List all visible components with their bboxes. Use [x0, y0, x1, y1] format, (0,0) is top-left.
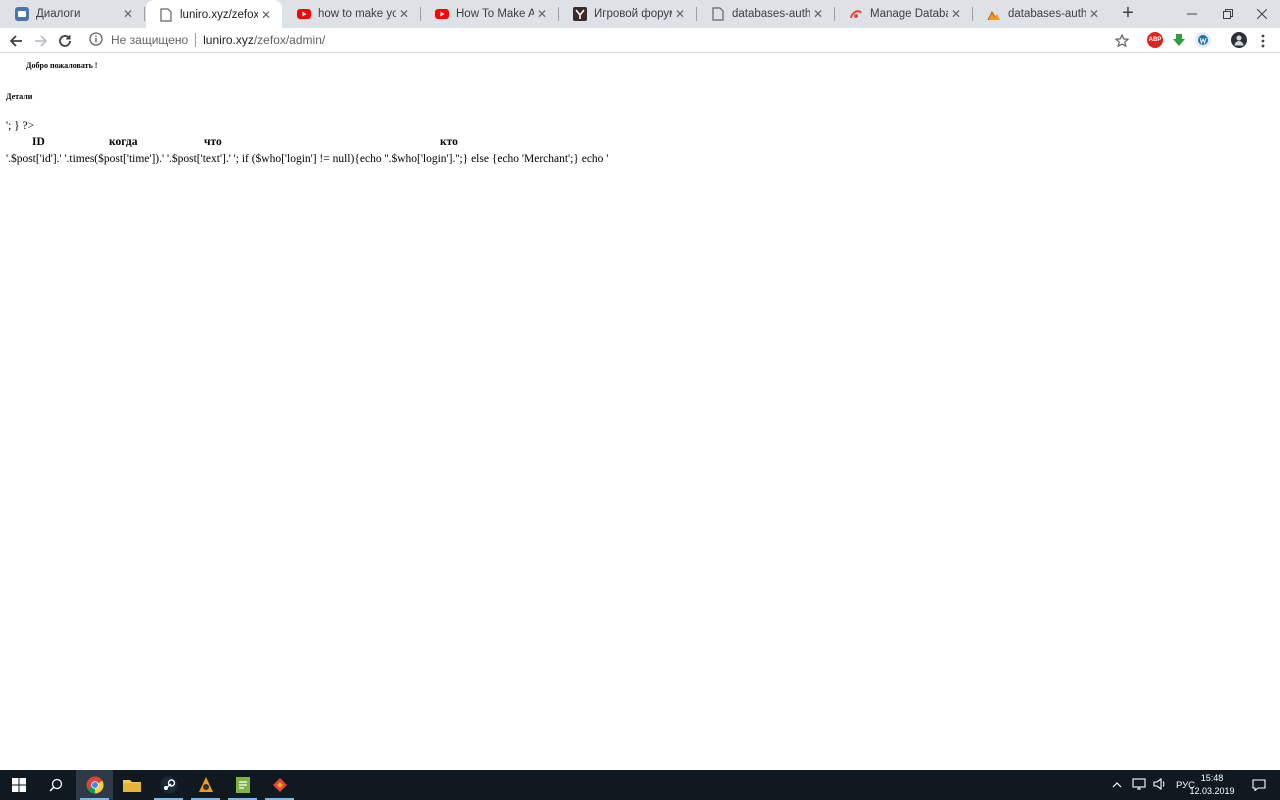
- tab-admin[interactable]: luniro.xyz/zefox/admi ✕: [146, 0, 282, 29]
- steam-icon[interactable]: [150, 770, 187, 800]
- column-header-id: ID: [32, 136, 45, 148]
- security-label[interactable]: Не защищено: [111, 33, 188, 47]
- close-icon[interactable]: ✕: [672, 6, 688, 22]
- tab-title: databases-auth.000w: [1008, 8, 1086, 20]
- star-icon: [1115, 34, 1129, 48]
- close-icon[interactable]: ✕: [534, 6, 550, 22]
- vk-icon: [14, 6, 30, 22]
- forum-y-icon: [572, 6, 588, 22]
- notification-icon: [1252, 779, 1266, 791]
- network-icon[interactable]: [1128, 777, 1150, 793]
- close-icon[interactable]: ✕: [396, 6, 412, 22]
- adblock-icon[interactable]: ABP: [1147, 32, 1163, 48]
- address-bar[interactable]: Не защищено luniro.xyz/zefox/admin/: [83, 29, 1143, 51]
- tab-forum[interactable]: Игровой форум YouT ✕: [560, 0, 696, 28]
- close-icon: [1257, 9, 1267, 19]
- clock-time: 15:48: [1200, 773, 1224, 783]
- tab-databases-1[interactable]: databases-auth.000w ✕: [698, 0, 834, 28]
- welcome-text: Добро пожаловать !: [26, 61, 98, 70]
- tab-title: how to make your ow: [318, 8, 396, 20]
- tab-title: databases-auth.000w: [732, 8, 810, 20]
- download-arrow-icon[interactable]: [1171, 32, 1187, 48]
- url-text[interactable]: luniro.xyz/zefox/admin/: [203, 33, 325, 47]
- tab-title: luniro.xyz/zefox/admi: [180, 8, 258, 21]
- url-host: luniro.xyz: [203, 33, 254, 47]
- tab-dialogs[interactable]: Диалоги ✕: [2, 0, 144, 28]
- tab-title: How To Make A Cs:Go: [456, 8, 534, 20]
- tab-divider: [558, 7, 559, 21]
- tab-databases-2[interactable]: databases-auth.000w ✕: [974, 0, 1110, 28]
- tab-title: Manage Databases: [870, 8, 948, 20]
- tab-strip: Диалоги ✕ luniro.xyz/zefox/admi ✕ how to…: [0, 0, 1280, 29]
- forward-button[interactable]: [30, 30, 52, 52]
- minimize-icon: [1187, 13, 1197, 15]
- webhost-icon: [986, 6, 1002, 22]
- raw-php-text: '; } ?>: [6, 120, 35, 132]
- windows-start-icon[interactable]: [0, 770, 37, 800]
- tab-title: Диалоги: [36, 8, 81, 20]
- file-explorer-icon[interactable]: [113, 770, 150, 800]
- column-header-what: что: [204, 136, 222, 148]
- chevron-up-icon[interactable]: [1110, 780, 1124, 791]
- close-icon[interactable]: ✕: [120, 6, 136, 22]
- arrow-right-icon: [35, 35, 48, 47]
- app-icon[interactable]: [187, 770, 224, 800]
- clock-date: 12.03.2019: [1189, 786, 1235, 796]
- more-vertical-icon: [1261, 34, 1265, 48]
- tab-divider: [420, 7, 421, 21]
- page-content: Добро пожаловать ! Детали '; } ?> ID ког…: [0, 54, 1280, 770]
- chrome-icon[interactable]: [76, 770, 113, 800]
- tab-divider: [696, 7, 697, 21]
- system-tray: РУС: [1110, 770, 1195, 800]
- search-icon[interactable]: [37, 770, 74, 800]
- youtube-icon: [434, 6, 450, 22]
- address-divider: [195, 33, 197, 47]
- info-icon[interactable]: [89, 32, 105, 48]
- reload-icon: [59, 35, 71, 47]
- browser-toolbar: Не защищено luniro.xyz/zefox/admin/ ABP: [0, 28, 1280, 53]
- action-center-button[interactable]: [1244, 770, 1274, 800]
- minimize-button[interactable]: [1174, 0, 1210, 28]
- restore-icon: [1223, 9, 1233, 19]
- url-path: /zefox/admin/: [253, 33, 326, 47]
- close-icon[interactable]: ✕: [948, 6, 964, 22]
- document-icon: [158, 7, 174, 23]
- close-icon[interactable]: ✕: [1086, 6, 1102, 22]
- tab-manage-databases[interactable]: Manage Databases ✕: [836, 0, 972, 28]
- arrow-left-icon: [9, 35, 22, 47]
- bookmark-star-button[interactable]: [1111, 30, 1133, 52]
- profile-avatar-icon[interactable]: [1231, 32, 1247, 48]
- close-window-button[interactable]: [1244, 0, 1280, 28]
- clock[interactable]: 15:48 12.03.2019: [1188, 772, 1236, 798]
- tab-divider: [144, 7, 145, 21]
- youtube-icon: [296, 6, 312, 22]
- webhost-icon: [848, 6, 864, 22]
- details-heading: Детали: [6, 92, 33, 101]
- tab-youtube-1[interactable]: how to make your ow ✕: [284, 0, 420, 28]
- back-button[interactable]: [5, 30, 27, 52]
- reload-button[interactable]: [54, 30, 76, 52]
- column-header-when: когда: [109, 136, 138, 148]
- table-row: '.$post['id'].' '.times($post['time']).'…: [6, 153, 609, 165]
- tab-title: Игровой форум YouT: [594, 8, 672, 20]
- volume-icon[interactable]: [1150, 777, 1170, 793]
- close-icon[interactable]: ✕: [258, 7, 274, 23]
- windows-taskbar: РУС 15:48 12.03.2019: [0, 770, 1280, 800]
- tab-youtube-2[interactable]: How To Make A Cs:Go ✕: [422, 0, 558, 28]
- document-icon: [710, 6, 726, 22]
- tab-divider: [834, 7, 835, 21]
- column-header-who: кто: [440, 136, 458, 148]
- tab-divider: [972, 7, 973, 21]
- new-tab-button[interactable]: +: [1117, 3, 1139, 25]
- close-icon[interactable]: ✕: [810, 6, 826, 22]
- extension-icon[interactable]: [1195, 32, 1211, 48]
- restore-button[interactable]: [1210, 0, 1246, 28]
- app-red-icon[interactable]: [261, 770, 298, 800]
- menu-button[interactable]: [1252, 30, 1274, 52]
- notepad-icon[interactable]: [224, 770, 261, 800]
